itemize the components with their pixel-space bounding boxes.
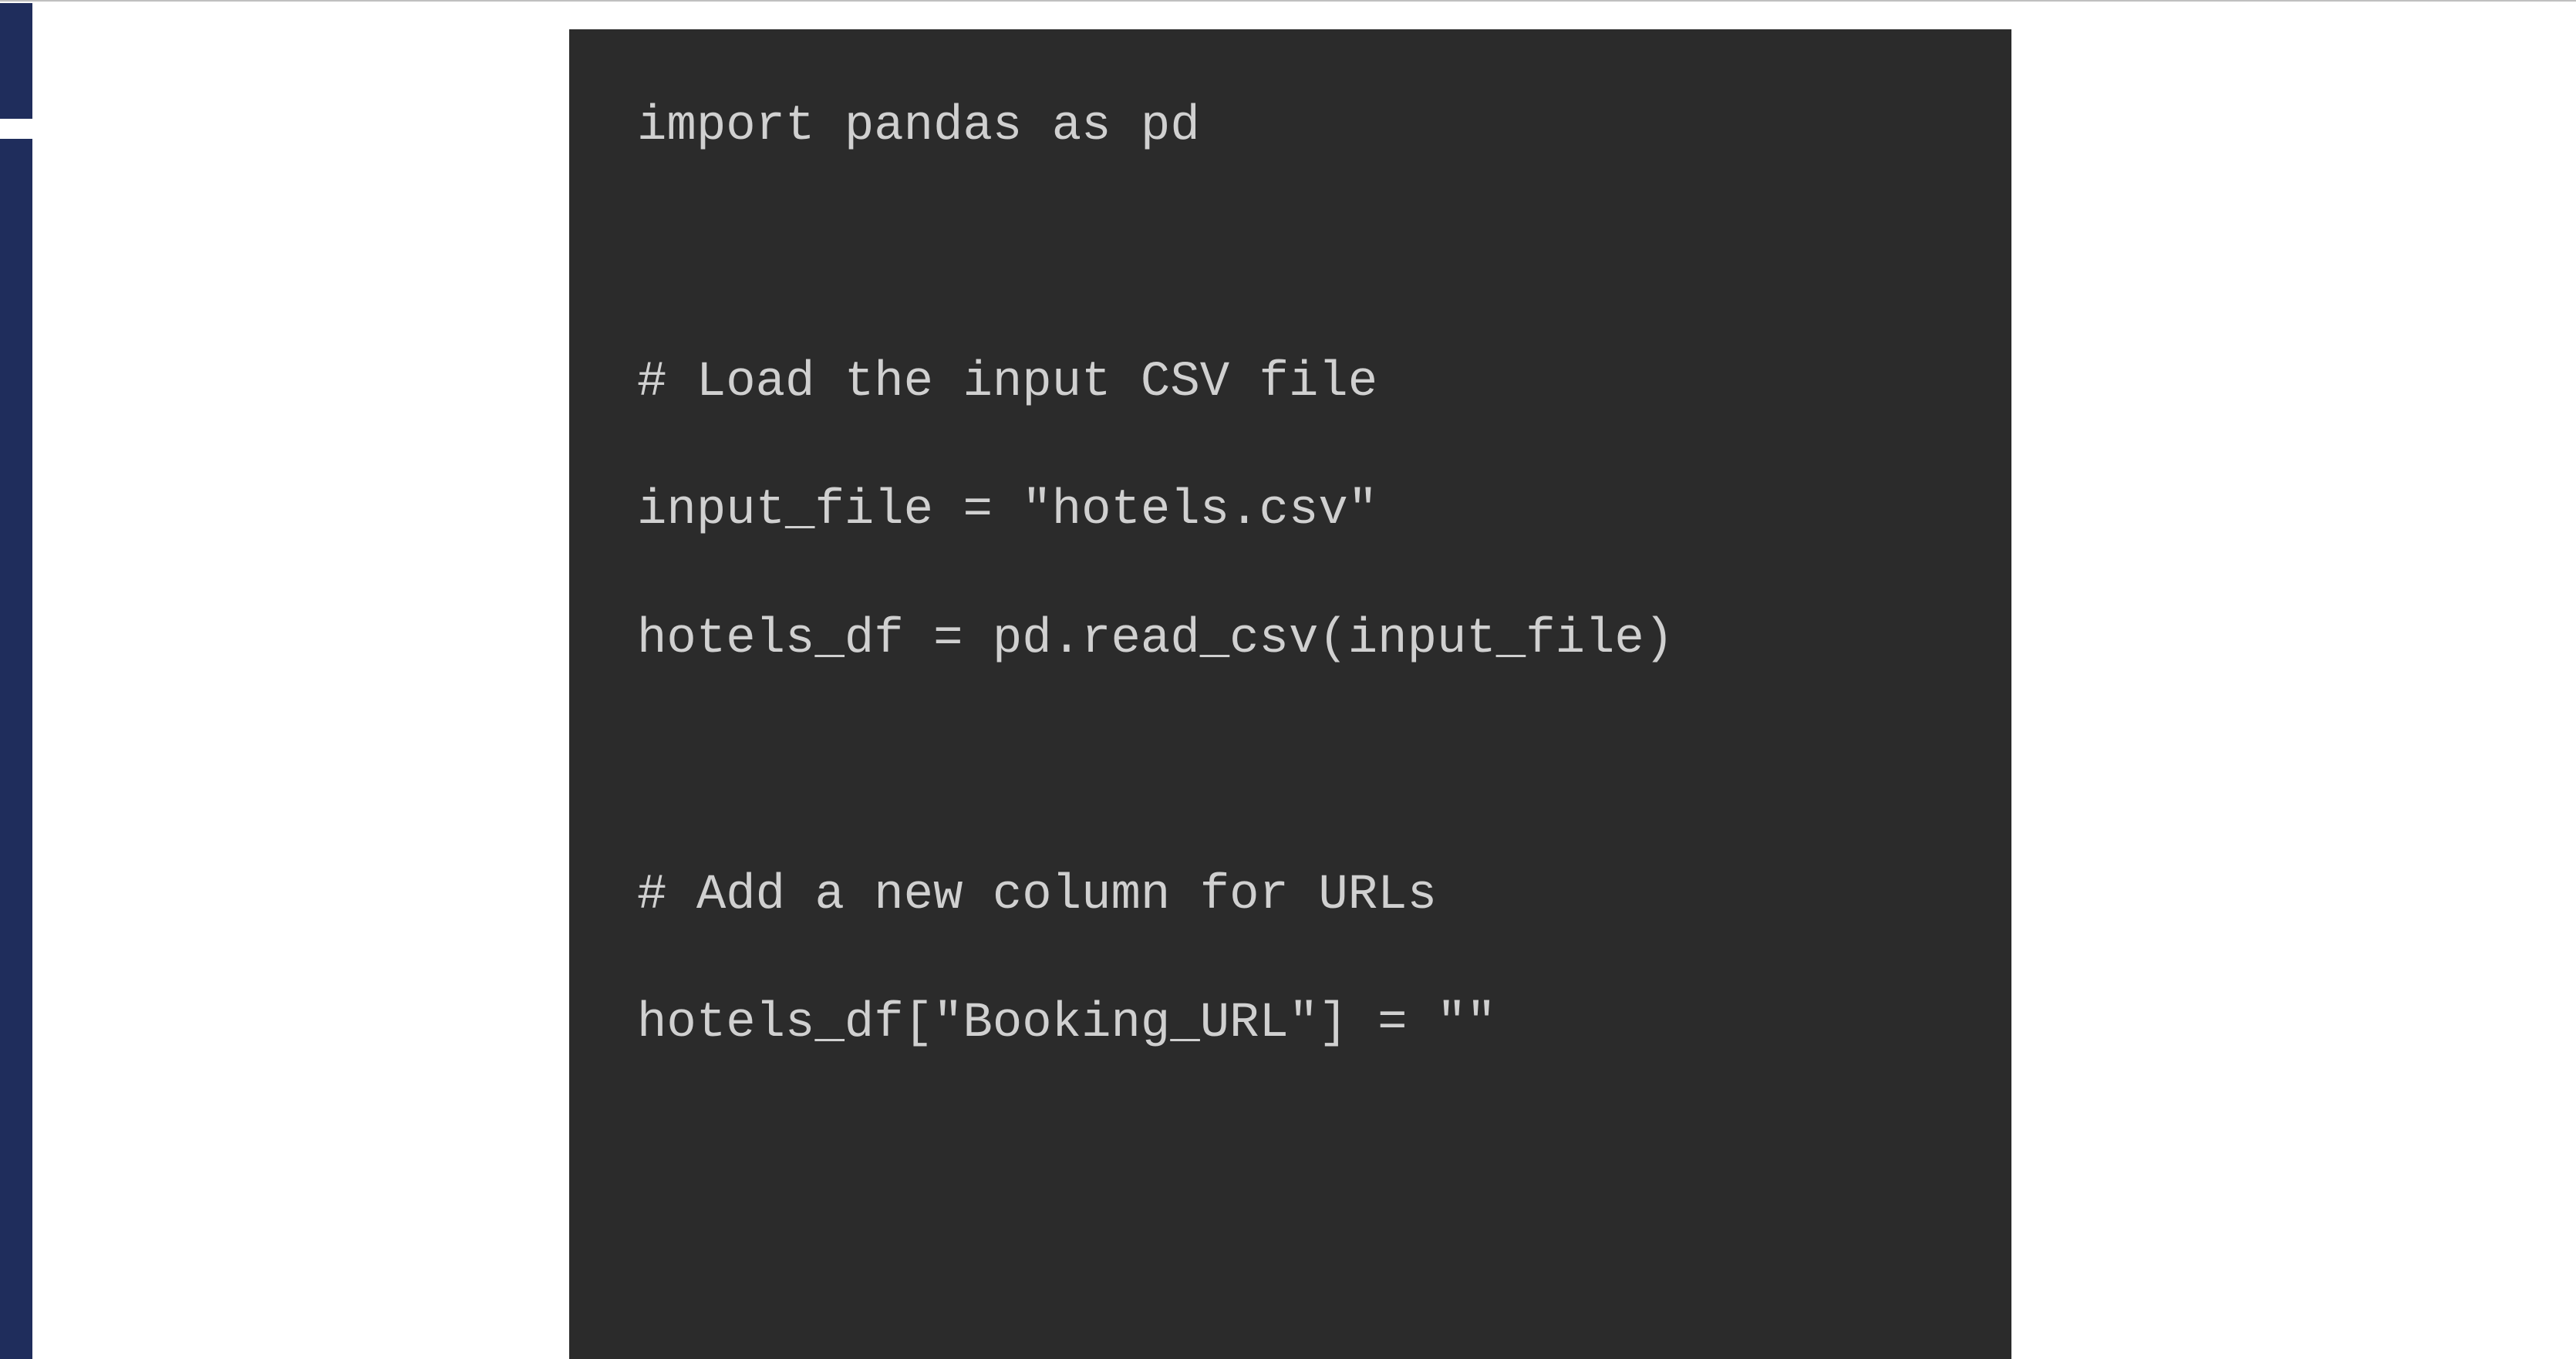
code-line-import: import pandas as pd bbox=[637, 95, 1944, 159]
blank-line bbox=[637, 287, 1944, 351]
blank-line bbox=[637, 928, 1944, 992]
left-sidebar-tab-2[interactable] bbox=[0, 139, 32, 1359]
blank-line bbox=[637, 544, 1944, 608]
code-block[interactable]: import pandas as pd # Load the input CSV… bbox=[569, 29, 2011, 1359]
blank-line bbox=[637, 159, 1944, 287]
left-sidebar-tab-1[interactable] bbox=[0, 3, 32, 119]
code-comment-add-column: # Add a new column for URLs bbox=[637, 864, 1944, 928]
code-line-input-file: input_file = "hotels.csv" bbox=[637, 479, 1944, 543]
code-comment-load: # Load the input CSV file bbox=[637, 351, 1944, 415]
blank-line bbox=[637, 415, 1944, 479]
blank-line bbox=[637, 672, 1944, 800]
code-line-booking-url: hotels_df["Booking_URL"] = "" bbox=[637, 992, 1944, 1056]
blank-line bbox=[637, 800, 1944, 864]
top-border bbox=[0, 0, 2576, 2]
code-line-read-csv: hotels_df = pd.read_csv(input_file) bbox=[637, 608, 1944, 672]
